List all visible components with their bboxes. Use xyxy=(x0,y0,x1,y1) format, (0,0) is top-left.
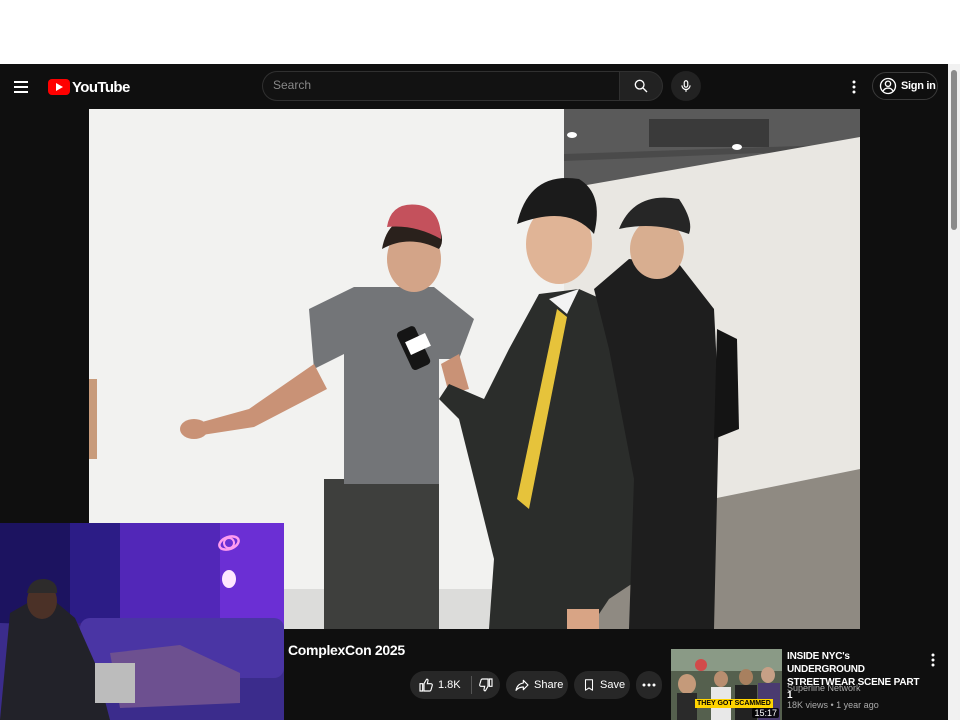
like-dislike-group: 1.8K xyxy=(410,671,500,699)
youtube-logo[interactable]: YouTube xyxy=(48,78,130,96)
microphone-icon xyxy=(681,80,691,92)
webcam-overlay xyxy=(0,523,284,720)
search-box xyxy=(262,71,619,101)
video-duration: 15:17 xyxy=(752,708,779,718)
sign-in-label: Sign in xyxy=(901,80,936,92)
top-white-margin xyxy=(0,0,960,64)
recommended-video-title[interactable]: INSIDE NYC's UNDERGROUND STREETWEAR SCEN… xyxy=(787,650,922,702)
logo-text: YouTube xyxy=(72,78,130,96)
video-title: ComplexCon 2025 xyxy=(288,642,405,658)
thumbs-down-icon xyxy=(478,678,493,692)
like-button[interactable]: 1.8K xyxy=(410,671,471,699)
share-button[interactable]: Share xyxy=(506,671,568,699)
horizontal-dots-icon xyxy=(642,683,656,687)
recommended-video-channel[interactable]: Superline Network xyxy=(787,683,861,693)
youtube-play-icon xyxy=(48,79,70,95)
menu-icon[interactable] xyxy=(14,78,32,94)
search-icon xyxy=(634,79,648,93)
recommended-video-meta: 18K views • 1 year ago xyxy=(787,700,879,710)
bookmark-icon xyxy=(584,679,594,691)
scrollbar-thumb[interactable] xyxy=(951,70,957,230)
webcam-frame xyxy=(0,523,284,720)
thumbs-up-icon xyxy=(419,678,433,692)
share-label: Share xyxy=(534,679,564,691)
vertical-dots-icon xyxy=(931,653,935,667)
youtube-app: YouTube Sign in xyxy=(0,64,948,720)
search-input[interactable] xyxy=(273,72,603,98)
thumbnail-text: THEY GOT SCAMMED xyxy=(695,699,773,708)
save-label: Save xyxy=(600,679,626,691)
masthead: YouTube Sign in xyxy=(0,64,948,109)
recommended-video-thumbnail[interactable]: THEY GOT SCAMMED 15:17 xyxy=(671,649,782,720)
dislike-button[interactable] xyxy=(472,671,500,699)
vertical-dots-icon xyxy=(852,80,856,94)
sign-in-button[interactable]: Sign in xyxy=(872,72,938,100)
like-count: 1.8K xyxy=(438,679,461,691)
settings-more-button[interactable] xyxy=(842,75,866,99)
recommended-video-menu-button[interactable] xyxy=(926,650,940,670)
search-button[interactable] xyxy=(619,71,663,101)
voice-search-button[interactable] xyxy=(671,71,701,101)
more-actions-button[interactable] xyxy=(636,671,662,699)
share-arrow-icon xyxy=(515,679,529,691)
save-button[interactable]: Save xyxy=(574,671,630,699)
account-icon xyxy=(879,77,897,95)
